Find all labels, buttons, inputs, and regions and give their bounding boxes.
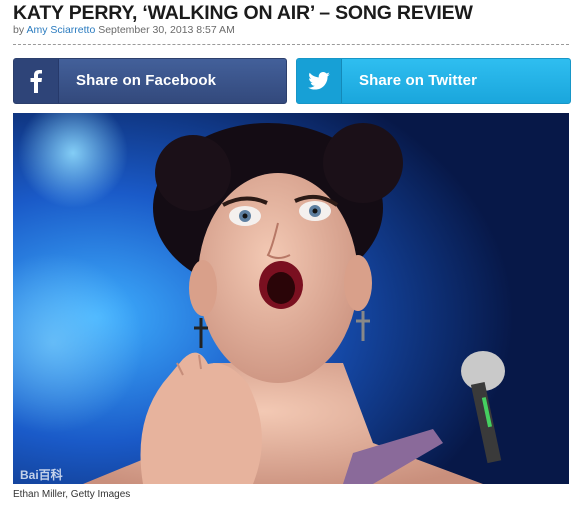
baidu-watermark: Bai百科 bbox=[20, 468, 63, 482]
byline-prefix: by bbox=[13, 24, 25, 36]
share-twitter-label: Share on Twitter bbox=[359, 72, 478, 89]
facebook-icon bbox=[14, 59, 59, 103]
share-facebook-button[interactable]: Share on Facebook bbox=[13, 58, 287, 104]
byline: by Amy Sciarretto September 30, 2013 8:5… bbox=[13, 24, 235, 36]
share-facebook-label: Share on Facebook bbox=[76, 72, 217, 89]
author-link[interactable]: Amy Sciarretto bbox=[26, 24, 95, 36]
article-photo bbox=[13, 113, 569, 484]
share-twitter-button[interactable]: Share on Twitter bbox=[296, 58, 571, 104]
article-title: KATY PERRY, ‘WALKING ON AIR’ – SONG REVI… bbox=[13, 2, 473, 24]
photo-caption: Ethan Miller, Getty Images bbox=[13, 489, 131, 500]
twitter-icon bbox=[297, 59, 342, 103]
title-divider bbox=[13, 44, 569, 45]
publish-date: September 30, 2013 8:57 AM bbox=[98, 24, 235, 36]
